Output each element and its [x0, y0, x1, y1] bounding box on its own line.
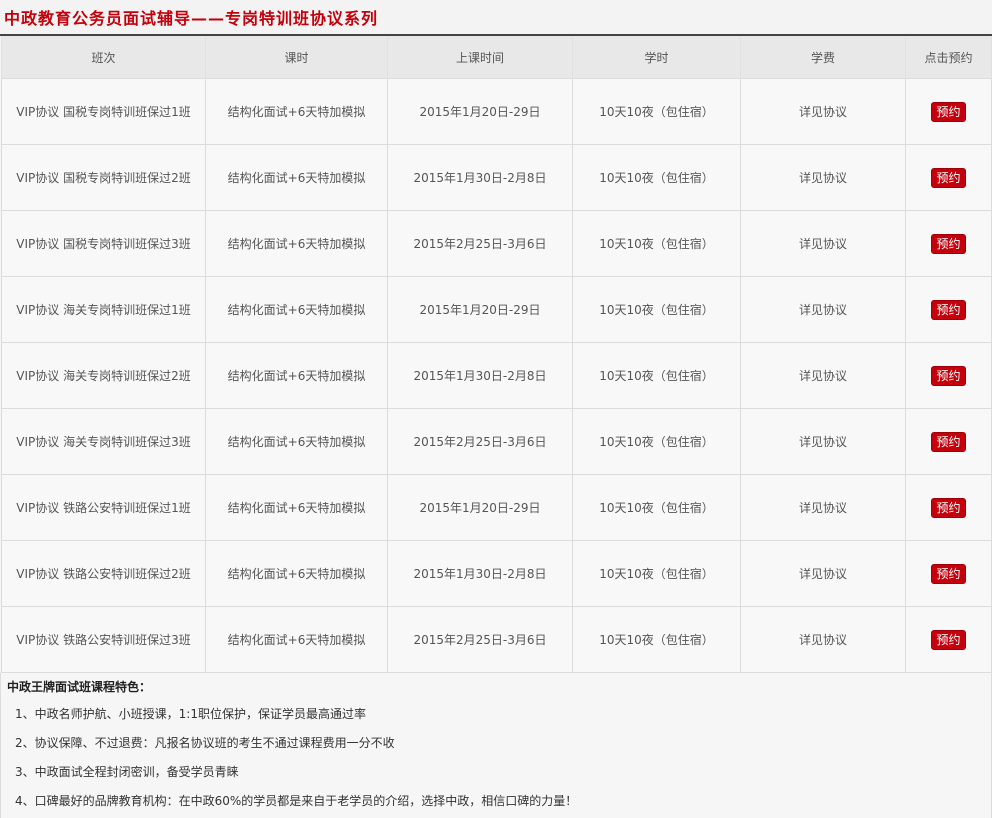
- reserve-cell: 预约: [905, 144, 992, 211]
- reserve-button[interactable]: 预约: [931, 563, 966, 584]
- fee-cell: 详见协议: [740, 342, 906, 409]
- period-cell: 10天10夜（包住宿）: [572, 78, 741, 145]
- hours-cell: 结构化面试+6天特加模拟: [205, 144, 388, 211]
- reserve-cell: 预约: [905, 540, 992, 607]
- time-cell: 2015年1月30日-2月8日: [387, 540, 573, 607]
- column-header-reserve: 点击预约: [905, 36, 992, 79]
- period-cell: 10天10夜（包住宿）: [572, 408, 741, 475]
- time-cell: 2015年1月20日-29日: [387, 78, 573, 145]
- class-name-cell: VIP协议 海关专岗特训班保过3班: [1, 408, 206, 475]
- features-section: 中政王牌面试班课程特色： 1、中政名师护航、小班授课，1:1职位保护，保证学员最…: [0, 673, 992, 818]
- time-cell: 2015年1月30日-2月8日: [387, 342, 573, 409]
- title-bar: 中政教育公务员面试辅导——专岗特训班协议系列: [0, 0, 992, 36]
- reserve-cell: 预约: [905, 606, 992, 673]
- time-cell: 2015年1月20日-29日: [387, 474, 573, 541]
- reserve-button[interactable]: 预约: [931, 101, 966, 122]
- reserve-button[interactable]: 预约: [931, 299, 966, 320]
- reserve-cell: 预约: [905, 474, 992, 541]
- feature-item: 2、协议保障、不过退费：凡报名协议班的考生不通过课程费用一分不收: [15, 736, 395, 750]
- hours-cell: 结构化面试+6天特加模拟: [205, 540, 388, 607]
- hours-cell: 结构化面试+6天特加模拟: [205, 78, 388, 145]
- reserve-cell: 预约: [905, 342, 992, 409]
- class-name-cell: VIP协议 国税专岗特训班保过3班: [1, 210, 206, 277]
- period-cell: 10天10夜（包住宿）: [572, 144, 741, 211]
- hours-cell: 结构化面试+6天特加模拟: [205, 276, 388, 343]
- hours-cell: 结构化面试+6天特加模拟: [205, 408, 388, 475]
- fee-cell: 详见协议: [740, 606, 906, 673]
- fee-cell: 详见协议: [740, 408, 906, 475]
- column-header-fee: 学费: [740, 36, 906, 79]
- class-name-cell: VIP协议 国税专岗特训班保过2班: [1, 144, 206, 211]
- class-name-cell: VIP协议 铁路公安特训班保过3班: [1, 606, 206, 673]
- feature-item: 3、中政面试全程封闭密训，备受学员青睐: [15, 765, 239, 779]
- hours-cell: 结构化面试+6天特加模拟: [205, 606, 388, 673]
- hours-cell: 结构化面试+6天特加模拟: [205, 342, 388, 409]
- feature-item: 1、中政名师护航、小班授课，1:1职位保护，保证学员最高通过率: [15, 707, 366, 721]
- hours-cell: 结构化面试+6天特加模拟: [205, 474, 388, 541]
- fee-cell: 详见协议: [740, 144, 906, 211]
- table-row: VIP协议 海关专岗特训班保过3班 结构化面试+6天特加模拟 2015年2月25日-…: [1, 408, 992, 475]
- reserve-button[interactable]: 预约: [931, 365, 966, 386]
- table-row: VIP协议 海关专岗特训班保过2班 结构化面试+6天特加模拟 2015年1月30日-…: [1, 342, 992, 409]
- fee-cell: 详见协议: [740, 276, 906, 343]
- features-title: 中政王牌面试班课程特色：: [7, 680, 152, 694]
- period-cell: 10天10夜（包住宿）: [572, 276, 741, 343]
- fee-cell: 详见协议: [740, 78, 906, 145]
- time-cell: 2015年1月20日-29日: [387, 276, 573, 343]
- column-header-time: 上课时间: [387, 36, 573, 79]
- reserve-button[interactable]: 预约: [931, 233, 966, 254]
- table-row: VIP协议 国税专岗特训班保过1班 结构化面试+6天特加模拟 2015年1月20日-…: [1, 78, 992, 145]
- period-cell: 10天10夜（包住宿）: [572, 342, 741, 409]
- class-name-cell: VIP协议 海关专岗特训班保过1班: [1, 276, 206, 343]
- class-name-cell: VIP协议 铁路公安特训班保过1班: [1, 474, 206, 541]
- table-row: VIP协议 铁路公安特训班保过1班 结构化面试+6天特加模拟 2015年1月20日-…: [1, 474, 992, 541]
- time-cell: 2015年1月30日-2月8日: [387, 144, 573, 211]
- class-name-cell: VIP协议 铁路公安特训班保过2班: [1, 540, 206, 607]
- fee-cell: 详见协议: [740, 210, 906, 277]
- reserve-button[interactable]: 预约: [931, 629, 966, 650]
- column-header-class: 班次: [1, 36, 206, 79]
- reserve-cell: 预约: [905, 276, 992, 343]
- reserve-button[interactable]: 预约: [931, 497, 966, 518]
- features-list: 1、中政名师护航、小班授课，1:1职位保护，保证学员最高通过率 2、协议保障、不…: [1, 703, 991, 818]
- fee-cell: 详见协议: [740, 540, 906, 607]
- period-cell: 10天10夜（包住宿）: [572, 540, 741, 607]
- table-row: VIP协议 国税专岗特训班保过2班 结构化面试+6天特加模拟 2015年1月30日-…: [1, 144, 992, 211]
- feature-item: 4、口碑最好的品牌教育机构：在中政60%的学员都是来自于老学员的介绍，选择中政，…: [15, 794, 578, 808]
- time-cell: 2015年2月25日-3月6日: [387, 210, 573, 277]
- reserve-cell: 预约: [905, 210, 992, 277]
- column-header-hours: 课时: [205, 36, 388, 79]
- table-row: VIP协议 海关专岗特训班保过1班 结构化面试+6天特加模拟 2015年1月20日-…: [1, 276, 992, 343]
- fee-cell: 详见协议: [740, 474, 906, 541]
- course-table: 班次 课时 上课时间 学时 学费 点击预约 VIP协议 国税专岗特训班保过1班结…: [1, 36, 992, 673]
- column-header-period: 学时: [572, 36, 741, 79]
- period-cell: 10天10夜（包住宿）: [572, 474, 741, 541]
- reserve-cell: 预约: [905, 408, 992, 475]
- reserve-cell: 预约: [905, 78, 992, 145]
- hours-cell: 结构化面试+6天特加模拟: [205, 210, 388, 277]
- time-cell: 2015年2月25日-3月6日: [387, 606, 573, 673]
- page-title: 中政教育公务员面试辅导——专岗特训班协议系列: [4, 9, 379, 28]
- table-row: VIP协议 铁路公安特训班保过2班 结构化面试+6天特加模拟 2015年1月30日-…: [1, 540, 992, 607]
- table-row: VIP协议 国税专岗特训班保过3班 结构化面试+6天特加模拟 2015年2月25日-…: [1, 210, 992, 277]
- course-rows: VIP协议 国税专岗特训班保过1班 结构化面试+6天特加模拟 2015年1月20日-…: [1, 78, 992, 673]
- period-cell: 10天10夜（包住宿）: [572, 210, 741, 277]
- table-header-row: 班次 课时 上课时间 学时 学费 点击预约: [1, 36, 992, 79]
- period-cell: 10天10夜（包住宿）: [572, 606, 741, 673]
- class-name-cell: VIP协议 国税专岗特训班保过1班: [1, 78, 206, 145]
- time-cell: 2015年2月25日-3月6日: [387, 408, 573, 475]
- reserve-button[interactable]: 预约: [931, 431, 966, 452]
- class-name-cell: VIP协议 海关专岗特训班保过2班: [1, 342, 206, 409]
- table-row: VIP协议 铁路公安特训班保过3班 结构化面试+6天特加模拟 2015年2月25日-…: [1, 606, 992, 673]
- reserve-button[interactable]: 预约: [931, 167, 966, 188]
